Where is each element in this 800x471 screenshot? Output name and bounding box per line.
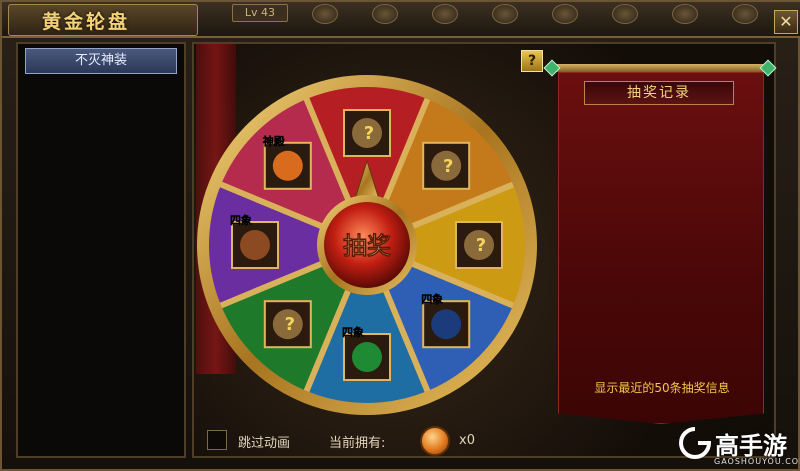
green-gem-icon bbox=[352, 342, 382, 372]
wheel-item-slot[interactable]: 四象 bbox=[421, 292, 471, 349]
lottery-coin-icon bbox=[420, 426, 450, 456]
watermark-subtext: GAOSHOUYOU.COM bbox=[714, 457, 800, 466]
owned-label: 当前拥有: bbox=[329, 436, 386, 451]
wheel-item-slot[interactable]: 四象 bbox=[342, 325, 391, 381]
record-banner bbox=[558, 72, 764, 424]
spin-label: 抽奖 bbox=[343, 231, 392, 260]
item-tag: 神殿 bbox=[263, 134, 286, 148]
bronze-shield-icon bbox=[240, 230, 270, 260]
fire-crystal-icon bbox=[272, 150, 303, 181]
watermark-logo-icon bbox=[679, 427, 712, 459]
wheel-item-slot[interactable]: ? bbox=[455, 221, 503, 269]
question-mark-icon: ? bbox=[476, 235, 486, 256]
banner-rod bbox=[550, 64, 770, 72]
item-tag: 四象 bbox=[230, 213, 252, 227]
skip-animation-label: 跳过动画 bbox=[238, 436, 291, 451]
item-tag: 四象 bbox=[421, 292, 443, 306]
watermark-text: 高手游 bbox=[715, 432, 787, 460]
coin-count: x0 bbox=[459, 433, 475, 448]
wheel-item-slot[interactable]: ? bbox=[263, 300, 312, 349]
wheel-item-slot[interactable]: ? bbox=[343, 109, 391, 157]
question-mark-icon: ? bbox=[285, 314, 295, 335]
yin-yang-orb-icon bbox=[431, 309, 462, 340]
lottery-window: 黄金轮盘 Lv 43 ✕ 不灭神装 ? ? ? ? 四象 四象 ? 四象 神殿 … bbox=[0, 0, 800, 471]
record-hint: 显示最近的50条抽奖信息 bbox=[594, 381, 730, 395]
wheel-item-slot[interactable]: 神殿 bbox=[263, 134, 312, 190]
question-mark-icon: ? bbox=[443, 156, 453, 177]
item-tag: 四象 bbox=[342, 325, 364, 339]
question-mark-icon: ? bbox=[364, 123, 374, 144]
record-title: 抽奖记录 bbox=[584, 81, 734, 105]
wheel-item-slot[interactable]: 四象 bbox=[230, 213, 279, 269]
skip-animation-checkbox[interactable] bbox=[207, 430, 227, 450]
wheel-item-slot[interactable]: ? bbox=[422, 141, 471, 190]
